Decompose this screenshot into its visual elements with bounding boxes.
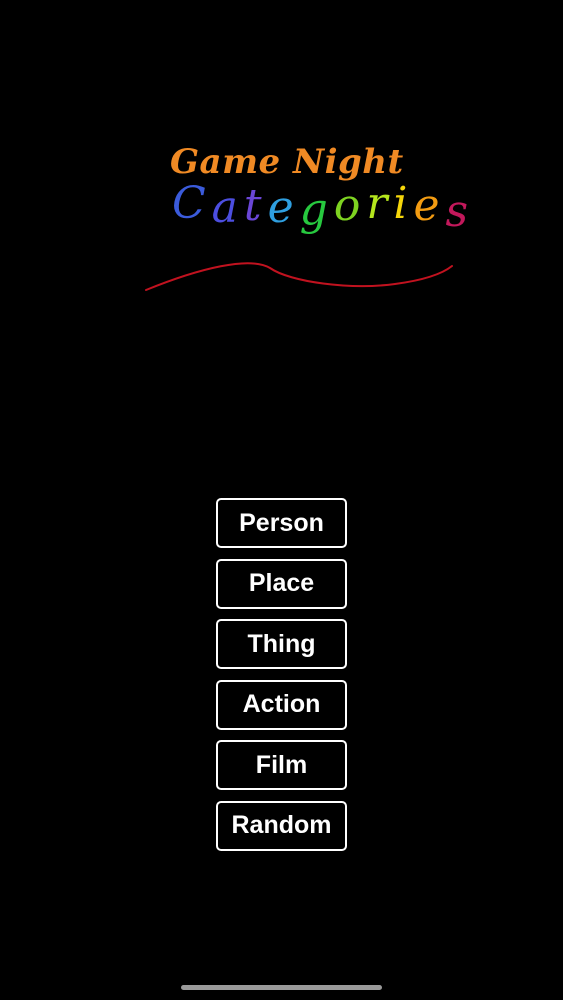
film-button[interactable]: Film [216, 740, 347, 790]
category-menu: Person Place Thing Action Film Random [216, 498, 347, 861]
random-button[interactable]: Random [216, 800, 347, 851]
logo-swoosh [145, 262, 453, 291]
logo-subtitle-letter: g [299, 184, 334, 235]
logo-subtitle-letter: e [413, 180, 446, 231]
action-button[interactable]: Action [216, 679, 347, 730]
logo-subtitle-letter: s [445, 186, 475, 237]
logo-subtitle-letter: e [267, 182, 300, 233]
person-button[interactable]: Person [216, 498, 347, 548]
swoosh-stroke [145, 262, 453, 291]
logo-subtitle-letter: o [333, 180, 367, 231]
logo-subtitle-letter: a [211, 182, 244, 233]
thing-button[interactable]: Thing [216, 619, 347, 669]
logo-subtitle: Categories [172, 178, 474, 234]
logo-subtitle-letter: t [243, 180, 268, 231]
logo-title: Game Night [170, 142, 404, 182]
logo-subtitle-letter: i [393, 178, 414, 229]
logo-subtitle-letter: r [366, 178, 394, 229]
home-indicator[interactable] [181, 985, 382, 990]
place-button[interactable]: Place [216, 558, 347, 609]
game-night-logo: Game Night Categories [140, 140, 470, 300]
logo-subtitle-letter: C [172, 178, 212, 229]
